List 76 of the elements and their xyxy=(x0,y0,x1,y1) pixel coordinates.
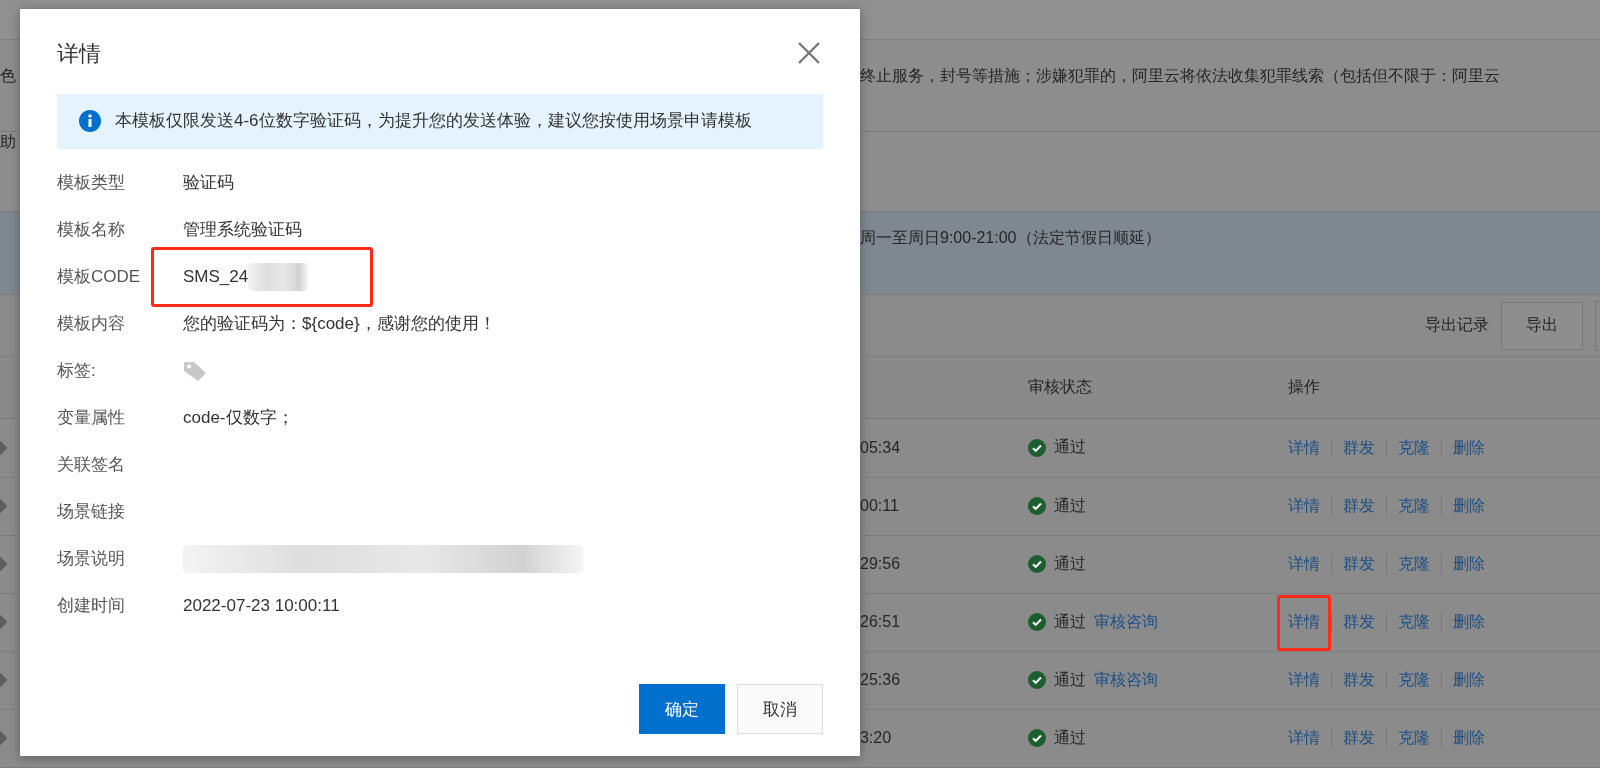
action-link[interactable]: 群发 xyxy=(1331,438,1386,458)
action-link[interactable]: 群发 xyxy=(1331,728,1386,749)
status-text: 通过 xyxy=(1054,553,1086,574)
time-cell: 05:34 xyxy=(860,439,901,456)
status-text: 通过 xyxy=(1054,495,1086,516)
action-link[interactable]: 群发 xyxy=(1331,612,1386,633)
action-link[interactable]: 详情 xyxy=(1288,670,1331,691)
check-circle-icon xyxy=(1028,555,1046,574)
check-circle-icon xyxy=(1028,613,1046,632)
field-label: 场景说明 xyxy=(57,548,126,570)
field-label: 模板名称 xyxy=(57,219,126,241)
tag-icon xyxy=(183,359,207,382)
action-link[interactable]: 详情 xyxy=(1288,496,1331,517)
export-button[interactable]: 导出 xyxy=(1501,301,1583,350)
action-link[interactable]: 群发 xyxy=(1331,496,1386,517)
action-link[interactable]: 详情 xyxy=(1288,612,1331,633)
dialog-title: 详情 xyxy=(57,40,101,68)
tab-label[interactable]: 助 xyxy=(0,131,16,153)
action-link[interactable]: 删除 xyxy=(1441,670,1496,691)
check-circle-icon xyxy=(1028,439,1046,457)
consult-link[interactable]: 审核咨询 xyxy=(1094,611,1158,633)
alert-text: 本模板仅限发送4-6位数字验证码，为提升您的发送体验，建议您按使用场景申请模板 xyxy=(115,110,753,132)
column-header: 操作 xyxy=(1288,377,1320,398)
action-link[interactable]: 详情 xyxy=(1288,728,1331,749)
action-link[interactable]: 详情 xyxy=(1288,554,1331,575)
field-value: SMS_24 xyxy=(183,266,249,287)
action-link[interactable]: 删除 xyxy=(1441,496,1496,517)
action-link[interactable]: 克隆 xyxy=(1386,438,1441,458)
action-link[interactable]: 删除 xyxy=(1441,438,1496,458)
redacted-text xyxy=(248,262,309,291)
status-text: 通过 xyxy=(1054,727,1086,748)
column-header: 审核状态 xyxy=(1028,377,1092,398)
time-cell: 3:20 xyxy=(860,729,892,747)
field-label: 模板类型 xyxy=(57,172,126,194)
cancel-button[interactable]: 取消 xyxy=(737,684,823,734)
time-cell: 00:11 xyxy=(860,497,899,515)
action-link[interactable]: 群发 xyxy=(1331,554,1386,575)
info-icon xyxy=(79,110,101,132)
consult-link[interactable]: 审核咨询 xyxy=(1094,669,1158,691)
status-text: 通过 xyxy=(1054,669,1086,690)
field-label: 模板内容 xyxy=(57,313,126,335)
status-text: 通过 xyxy=(1054,437,1086,458)
field-label: 关联签名 xyxy=(57,454,126,476)
export-records-link[interactable]: 导出记录 xyxy=(1425,315,1489,337)
field-value: 2022-07-23 10:00:11 xyxy=(183,595,340,616)
field-label: 创建时间 xyxy=(57,595,126,617)
confirm-button[interactable]: 确定 xyxy=(639,684,725,734)
time-cell: 25:36 xyxy=(860,671,901,689)
field-label: 标签: xyxy=(57,360,97,382)
time-cell: 29:56 xyxy=(860,555,901,573)
status-text: 通过 xyxy=(1054,611,1086,632)
action-link[interactable]: 删除 xyxy=(1441,728,1496,749)
action-link[interactable]: 克隆 xyxy=(1386,554,1441,575)
field-label: 变量属性 xyxy=(57,407,126,429)
action-link[interactable]: 详情 xyxy=(1288,438,1331,458)
action-link[interactable]: 克隆 xyxy=(1386,670,1441,691)
action-link[interactable]: 删除 xyxy=(1441,612,1496,633)
check-circle-icon xyxy=(1028,671,1046,690)
notice-text: 终止服务，封号等措施；涉嫌犯罪的，阿里云将依法收集犯罪线索（包括但不限于：阿里云 xyxy=(860,66,1500,87)
check-circle-icon xyxy=(1028,729,1046,748)
action-link[interactable]: 删除 xyxy=(1441,554,1496,575)
check-circle-icon xyxy=(1028,497,1046,516)
highlight-frame xyxy=(1277,595,1331,652)
action-link[interactable]: 群发 xyxy=(1331,670,1386,691)
notice-text: 色 xyxy=(0,66,16,87)
action-link[interactable]: 克隆 xyxy=(1386,496,1441,517)
field-value: 您的验证码为：${code}，感谢您的使用！ xyxy=(183,313,496,335)
field-value: 管理系统验证码 xyxy=(183,219,302,241)
field-label: 模板CODE xyxy=(57,266,142,288)
action-link[interactable]: 克隆 xyxy=(1386,612,1441,633)
service-hours-text: 周一至周日9:00-21:00（法定节假日顺延） xyxy=(860,227,1161,248)
field-value: 验证码 xyxy=(183,172,234,194)
field-value: code-仅数字； xyxy=(183,407,294,429)
time-cell: 26:51 xyxy=(860,613,901,631)
field-label: 场景链接 xyxy=(57,501,126,523)
action-link[interactable]: 克隆 xyxy=(1386,728,1441,749)
